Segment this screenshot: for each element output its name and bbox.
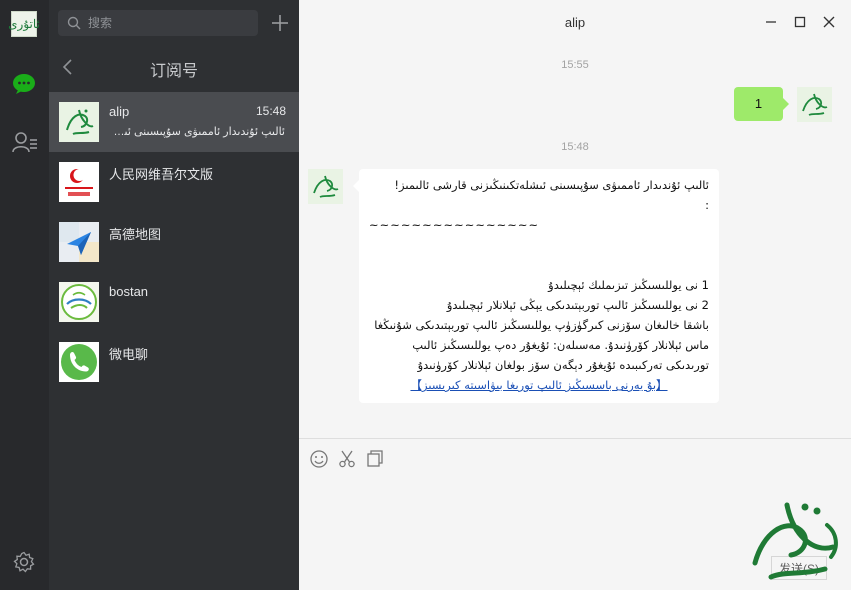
divider [299,438,851,439]
subscription-list: alip 15:48 ئالىپ ئۇندىدار ئاممىۋى سۇپىسى… [49,92,299,392]
alip-logo [59,102,99,142]
sender-avatar[interactable] [308,169,343,204]
reply-line: : [705,198,709,212]
scissors-icon[interactable] [337,449,357,469]
list-item-amap[interactable]: 高德地图 [49,212,299,272]
timestamp: 15:55 [561,59,589,71]
my-avatar[interactable] [797,87,832,122]
list-item-name: 人民网维吾尔文版 [109,167,214,182]
reply-link[interactable]: 【بۇ يەرنى باسسىڭىز ئالىپ تورىغا بىۋاسىتە… [369,375,709,395]
timestamp: 15:48 [561,141,589,153]
minimize-icon[interactable] [763,14,779,30]
list-item-bostan[interactable]: bostan [49,272,299,332]
maximize-icon[interactable] [792,14,808,30]
list-item-name: bostan [109,284,149,299]
people-daily-uyghur-logo [59,162,99,202]
reply-message-bubble[interactable]: ئالىپ ئۇندىدار ئاممىۋى سۇپىسىنى ئىشلەتكى… [353,169,719,403]
amap-logo [59,222,99,262]
message-input[interactable] [309,478,739,578]
message-area[interactable]: 15:55 1 15:48 ئالىپ ئۇندىدار ئاممىۋى سۇپ… [299,46,851,438]
settings-icon[interactable] [13,551,35,573]
composer-toolbar [309,449,509,471]
reply-line: ئالىپ ئۇندىدار ئاممىۋى سۇپىسىنى ئىشلەتكى… [394,178,709,192]
list-item-time: 15:48 [255,104,286,118]
chat-panel: alip 15:55 1 15:48 ئالىپ ئۇندىدار ئاممىۋ… [299,0,851,590]
list-item-weidianliao[interactable]: 微电聊 [49,332,299,392]
add-icon[interactable] [269,12,291,34]
conversation-list-panel: 订阅号 alip 15:48 ئالىپ ئۇندىدار ئاممىۋى سۇ… [49,0,299,590]
phone-logo [59,342,99,382]
file-icon[interactable] [365,449,385,469]
user-avatar[interactable]: ئاتۇرى [8,11,40,37]
my-message-bubble[interactable]: 1 [734,87,789,121]
list-item-name: 高德地图 [109,227,162,242]
search-icon [67,16,81,30]
contacts-icon[interactable] [12,131,38,153]
reply-line: 1 نى يوللىسىڭىز تىزىملىك ئېچىلىدۇ [548,278,709,292]
send-button[interactable]: 发送(S) [771,556,827,580]
reply-paragraph: باشقا خالىغان سۆزنى كىرگۈزۈپ يوللىسىڭىز … [374,318,709,372]
subscriptions-header: 订阅号 [49,48,299,86]
bostan-logo [59,282,99,322]
search-box[interactable] [58,10,258,36]
emoji-icon[interactable] [309,449,329,469]
list-item-preview: ئالىپ ئۇندىدار ئاممىۋى سۇپىسىنى ئىشلىتى.… [109,126,285,138]
list-item-name: 微电聊 [109,347,149,362]
list-item-alip[interactable]: alip 15:48 ئالىپ ئۇندىدار ئاممىۋى سۇپىسى… [49,92,299,152]
subscriptions-title: 订阅号 [149,61,198,80]
list-item-people-daily[interactable]: 人民网维吾尔文版 [49,152,299,212]
close-icon[interactable] [821,14,837,30]
reply-line: 2 نى يوللىسىڭىز ئالىپ توربېتىدىكى يېڭى ئ… [446,298,709,312]
reply-line: ~~~~~~~~~~~~~~~~ [369,218,540,232]
icon-rail: ئاتۇرى [0,0,49,590]
chat-icon[interactable] [12,73,36,95]
list-item-name: alip [109,104,130,119]
search-input[interactable] [88,10,253,36]
chat-header: alip [299,0,851,46]
